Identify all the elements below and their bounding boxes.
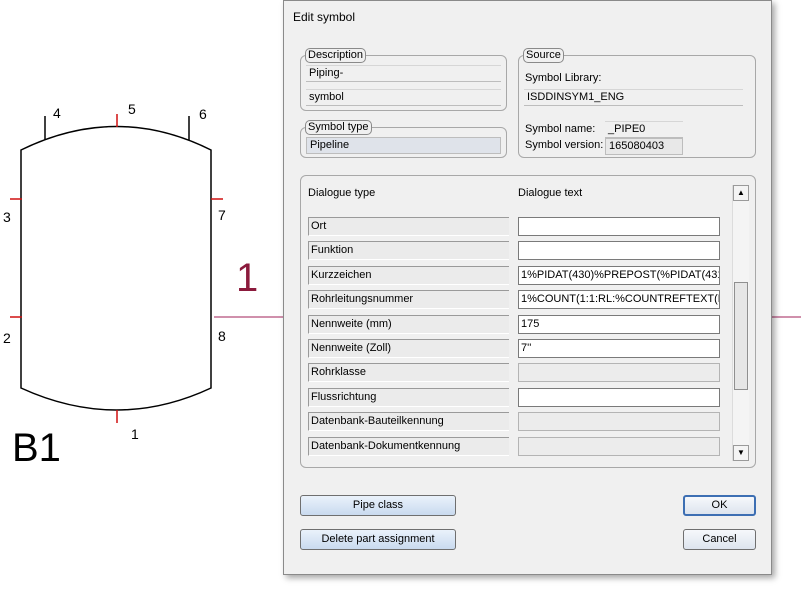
edit-symbol-dialog: Edit symbol Description Piping- symbol S… bbox=[283, 0, 772, 575]
scroll-down-button[interactable]: ▼ bbox=[733, 445, 749, 461]
description-line-1: Piping- bbox=[306, 65, 501, 82]
delete-part-assignment-button[interactable]: Delete part assignment bbox=[300, 529, 456, 550]
description-group: Description Piping- symbol bbox=[300, 48, 507, 111]
symbol-type-value: Pipeline bbox=[306, 137, 501, 154]
dialog-title: Edit symbol bbox=[293, 10, 356, 24]
scroll-up-button[interactable]: ▲ bbox=[733, 185, 749, 201]
row-field bbox=[518, 363, 720, 382]
connector-label: 2 bbox=[3, 330, 11, 346]
row-label: Rohrklasse bbox=[308, 363, 509, 382]
source-group: Source Symbol Library: ISDDINSYM1_ENG Sy… bbox=[518, 48, 756, 158]
connector-label: 4 bbox=[53, 105, 61, 121]
table-scrollbar[interactable]: ▲ ▼ bbox=[732, 185, 749, 461]
ok-button[interactable]: OK bbox=[683, 495, 756, 516]
description-legend: Description bbox=[305, 48, 367, 63]
pipe-number: 1 bbox=[236, 256, 258, 300]
symbol-name-value: _PIPE0 bbox=[605, 121, 683, 138]
source-legend: Source bbox=[523, 48, 564, 63]
row-label: Ort bbox=[308, 217, 509, 236]
description-line-2: symbol bbox=[306, 89, 501, 106]
connector-label: 3 bbox=[3, 209, 11, 225]
pipe-class-button[interactable]: Pipe class bbox=[300, 495, 456, 516]
row-field[interactable] bbox=[518, 388, 720, 407]
connector-label: 1 bbox=[131, 426, 139, 442]
vessel-outline bbox=[20, 125, 212, 411]
row-field[interactable] bbox=[518, 217, 720, 236]
row-label: Nennweite (Zoll) bbox=[308, 339, 509, 358]
column-header-text: Dialogue text bbox=[518, 187, 583, 199]
connector-label: 7 bbox=[218, 207, 226, 223]
cancel-button[interactable]: Cancel bbox=[683, 529, 756, 550]
row-label: Nennweite (mm) bbox=[308, 315, 509, 334]
symbol-name-label: Symbol name: bbox=[525, 123, 596, 135]
row-field[interactable]: 7'' bbox=[518, 339, 720, 358]
row-field bbox=[518, 412, 720, 431]
symbol-library-value: ISDDINSYM1_ENG bbox=[524, 89, 743, 106]
symbol-type-legend: Symbol type bbox=[305, 120, 372, 135]
row-field[interactable] bbox=[518, 241, 720, 260]
symbol-library-label: Symbol Library: bbox=[525, 72, 602, 84]
symbol-type-group: Symbol type Pipeline bbox=[300, 120, 507, 158]
dialogue-table: Dialogue type Dialogue text Ort Funktion… bbox=[301, 178, 756, 468]
row-label: Datenbank-Dokumentkennung bbox=[308, 437, 509, 456]
connector-label: 6 bbox=[199, 106, 207, 122]
row-label: Datenbank-Bauteilkennung bbox=[308, 412, 509, 431]
row-field[interactable]: 175 bbox=[518, 315, 720, 334]
scroll-thumb[interactable] bbox=[734, 282, 748, 390]
row-label: Kurzzeichen bbox=[308, 266, 509, 285]
connector-label: 8 bbox=[218, 328, 226, 344]
symbol-version-value: 165080403 bbox=[605, 138, 683, 155]
connector-label: 5 bbox=[128, 101, 136, 117]
tag-label: B1 bbox=[12, 426, 61, 470]
symbol-version-label: Symbol version: bbox=[525, 139, 604, 151]
row-label: Flussrichtung bbox=[308, 388, 509, 407]
row-field[interactable]: 1%COUNT(1:1:RL:%COUNTREFTEXT(R bbox=[518, 290, 720, 309]
row-label: Funktion bbox=[308, 241, 509, 260]
row-label: Rohrleitungsnummer bbox=[308, 290, 509, 309]
row-field bbox=[518, 437, 720, 456]
column-header-type: Dialogue type bbox=[308, 187, 376, 199]
row-field[interactable]: 1%PIDAT(430)%PREPOST(%PIDAT(431) bbox=[518, 266, 720, 285]
